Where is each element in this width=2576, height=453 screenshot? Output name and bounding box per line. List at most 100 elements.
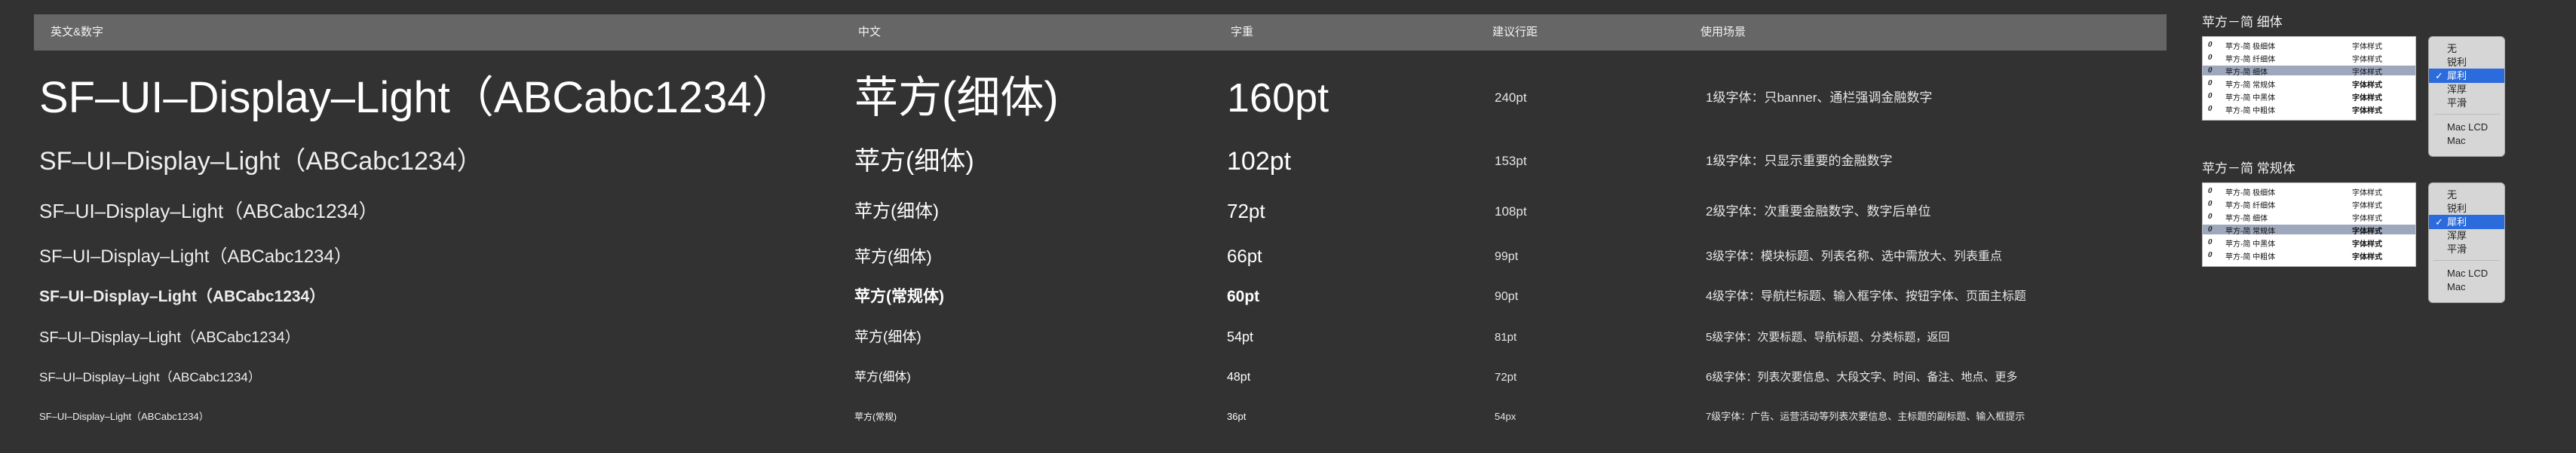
font-icon: 0 [2208,212,2213,221]
font-style-sample: 字体样式 [2352,215,2382,223]
sample-cn-text: 苹方(细体) [854,329,922,345]
menu-item[interactable]: Mac [2429,133,2504,148]
font-size-value: 66pt [1227,246,1262,267]
menu-item-label: 平滑 [2447,97,2467,109]
font-style-sample: 字体样式 [2352,202,2382,210]
sample-en-text: SF–UI–Display–Light（ABCabc1234） [39,73,796,123]
preview-line[interactable]: 0 苹方-简 极细体 字体样式 [2203,186,2415,197]
preview-line[interactable]: 0 苹方-简 常规体 字体样式 [2203,225,2415,236]
usage-text: 2级字体：次重要金融数字、数字后单位 [1706,204,1931,219]
font-preview-list: 0 苹方-简 极细体 字体样式 0 苹方-简 纤细体 字体样式 0 苹方-简 细体 字体样式 0 苹… [2202,182,2416,267]
usage-text: 1级字体：只banner、通栏强调金融数字 [1706,90,1933,105]
menu-item-label: 浑厚 [2447,84,2467,95]
menu-item[interactable]: Mac LCD [2429,266,2504,280]
preview-line[interactable]: 0 苹方-简 细体 字体样式 [2203,66,2415,77]
font-style-sample: 字体样式 [2352,81,2382,90]
font-icon: 0 [2208,199,2213,208]
menu-item[interactable]: ✓ 犀利 [2429,215,2504,229]
sample-cn-text: 苹方(常规体) [854,288,944,306]
menu-separator [2433,114,2500,115]
menu-item-label: Mac LCD [2447,121,2489,133]
font-size-value: 48pt [1227,371,1251,384]
font-name: 苹方-简 中黑体 [2225,240,2276,249]
font-size-value: 72pt [1227,200,1265,223]
menu-item-label: 浑厚 [2447,230,2467,241]
type-scale-table: 英文&数字 中文 字重 建议行距 使用场景 SF–UI–Display–Ligh… [0,0,2179,453]
menu-item[interactable]: 无 [2429,41,2504,56]
font-style-sample: 字体样式 [2352,253,2382,262]
antialias-menu[interactable]: 无锐利 ✓ 犀利 浑厚平滑 Mac LCD Mac [2428,36,2505,157]
sample-cn-text: 苹方(细体) [854,146,974,176]
sample-cn-text: 苹方(常规) [854,411,897,422]
sample-en-text: SF–UI–Display–Light（ABCabc1234） [39,369,261,384]
font-name: 苹方-简 极细体 [2225,43,2276,51]
preview-line[interactable]: 0 苹方-简 中粗体 字体样式 [2203,104,2415,115]
font-style-sample: 字体样式 [2352,107,2382,115]
font-name: 苹方-简 纤细体 [2225,202,2276,210]
font-icon: 0 [2208,237,2213,246]
font-style-sample: 字体样式 [2352,69,2382,77]
font-style-sample: 字体样式 [2352,240,2382,249]
line-height-value: 90pt [1495,290,1519,304]
preview-line[interactable]: 0 苹方-简 中粗体 字体样式 [2203,250,2415,262]
header-cn: 中文 [858,26,882,38]
menu-item-label: 犀利 [2447,70,2467,81]
antialias-menu[interactable]: 无锐利 ✓ 犀利浑厚 平滑 Mac LCD Mac [2428,182,2505,303]
menu-separator [2433,260,2500,261]
preview-line[interactable]: 0 苹方-简 细体 字体样式 [2203,212,2415,223]
font-icon: 0 [2208,78,2213,87]
preview-line[interactable]: 0 苹方-简 中黑体 字体样式 [2203,237,2415,249]
usage-text: 7级字体：广告、运营活动等列表次要信息、主标题的副标题、输入框提示 [1706,411,2026,423]
preview-line[interactable]: 0 苹方-简 中黑体 字体样式 [2203,91,2415,103]
menu-item[interactable]: ✓ 犀利 [2429,69,2504,83]
font-name: 苹方-简 中粗体 [2225,253,2276,262]
menu-item[interactable]: 平滑 [2429,96,2504,110]
header-usage: 使用场景 [1700,26,1746,38]
check-icon: ✓ [2435,216,2443,228]
font-size-value: 160pt [1227,75,1329,121]
font-size-value: 36pt [1227,411,1247,423]
menu-item[interactable]: 浑厚 [2429,82,2504,96]
usage-text: 1级字体：只显示重要的金融数字 [1706,153,1893,168]
usage-text: 6级字体：列表次要信息、大段文字、时间、备注、地点、更多 [1706,371,2018,384]
menu-item[interactable]: Mac [2429,280,2504,294]
font-name: 苹方-简 极细体 [2225,189,2276,197]
font-preview-list: 0 苹方-简 极细体 字体样式 0 苹方-简 纤细体 字体样式 0 苹方-简 细体 字体样式 0 苹… [2202,36,2416,121]
sample-en-text: SF–UI–Display–Light（ABCabc1234） [39,288,326,306]
font-name: 苹方-简 细体 [2225,69,2268,77]
menu-item[interactable]: Mac LCD [2429,120,2504,134]
usage-text: 4级字体：导航栏标题、输入框字体、按钮字体、页面主标题 [1706,290,2026,304]
sample-en-text: SF–UI–Display–Light（ABCabc1234） [39,146,483,176]
menu-item-label: Mac [2447,135,2466,146]
sample-cn-text: 苹方(细体) [854,371,911,384]
line-height-value: 99pt [1495,250,1519,264]
font-style-sample: 字体样式 [2352,189,2382,197]
menu-item[interactable]: 浑厚 [2429,228,2504,243]
menu-item-label: Mac [2447,281,2466,292]
menu-item[interactable]: 平滑 [2429,242,2504,256]
usage-text: 3级字体：模块标题、列表名称、选中需放大、列表重点 [1706,250,2002,264]
font-icon: 0 [2208,225,2213,234]
sample-cn-text: 苹方(细体) [854,246,932,266]
menu-item[interactable]: 锐利 [2429,201,2504,216]
group-title: 苹方－简 常规体 [2202,161,2295,176]
preview-line[interactable]: 0 苹方-简 纤细体 字体样式 [2203,53,2415,64]
menu-item[interactable]: 锐利 [2429,55,2504,69]
preview-line[interactable]: 0 苹方-简 极细体 字体样式 [2203,40,2415,51]
sample-en-text: SF–UI–Display–Light（ABCabc1234） [39,200,379,223]
font-size-value: 54pt [1227,329,1254,345]
line-height-value: 153pt [1495,153,1527,168]
menu-item-label: 犀利 [2447,216,2467,228]
font-style-sample: 字体样式 [2352,94,2382,103]
menu-item[interactable]: 无 [2429,188,2504,202]
sample-cn-text: 苹方(细体) [854,73,1059,123]
preview-line[interactable]: 0 苹方-简 纤细体 字体样式 [2203,199,2415,210]
font-icon: 0 [2208,66,2213,75]
line-height-value: 72pt [1495,371,1517,384]
line-height-value: 240pt [1495,90,1527,105]
header-line-height: 建议行距 [1492,26,1538,38]
line-height-value: 54px [1495,411,1516,423]
font-icon: 0 [2208,186,2213,195]
font-name: 苹方-简 细体 [2225,215,2268,223]
preview-line[interactable]: 0 苹方-简 常规体 字体样式 [2203,78,2415,90]
